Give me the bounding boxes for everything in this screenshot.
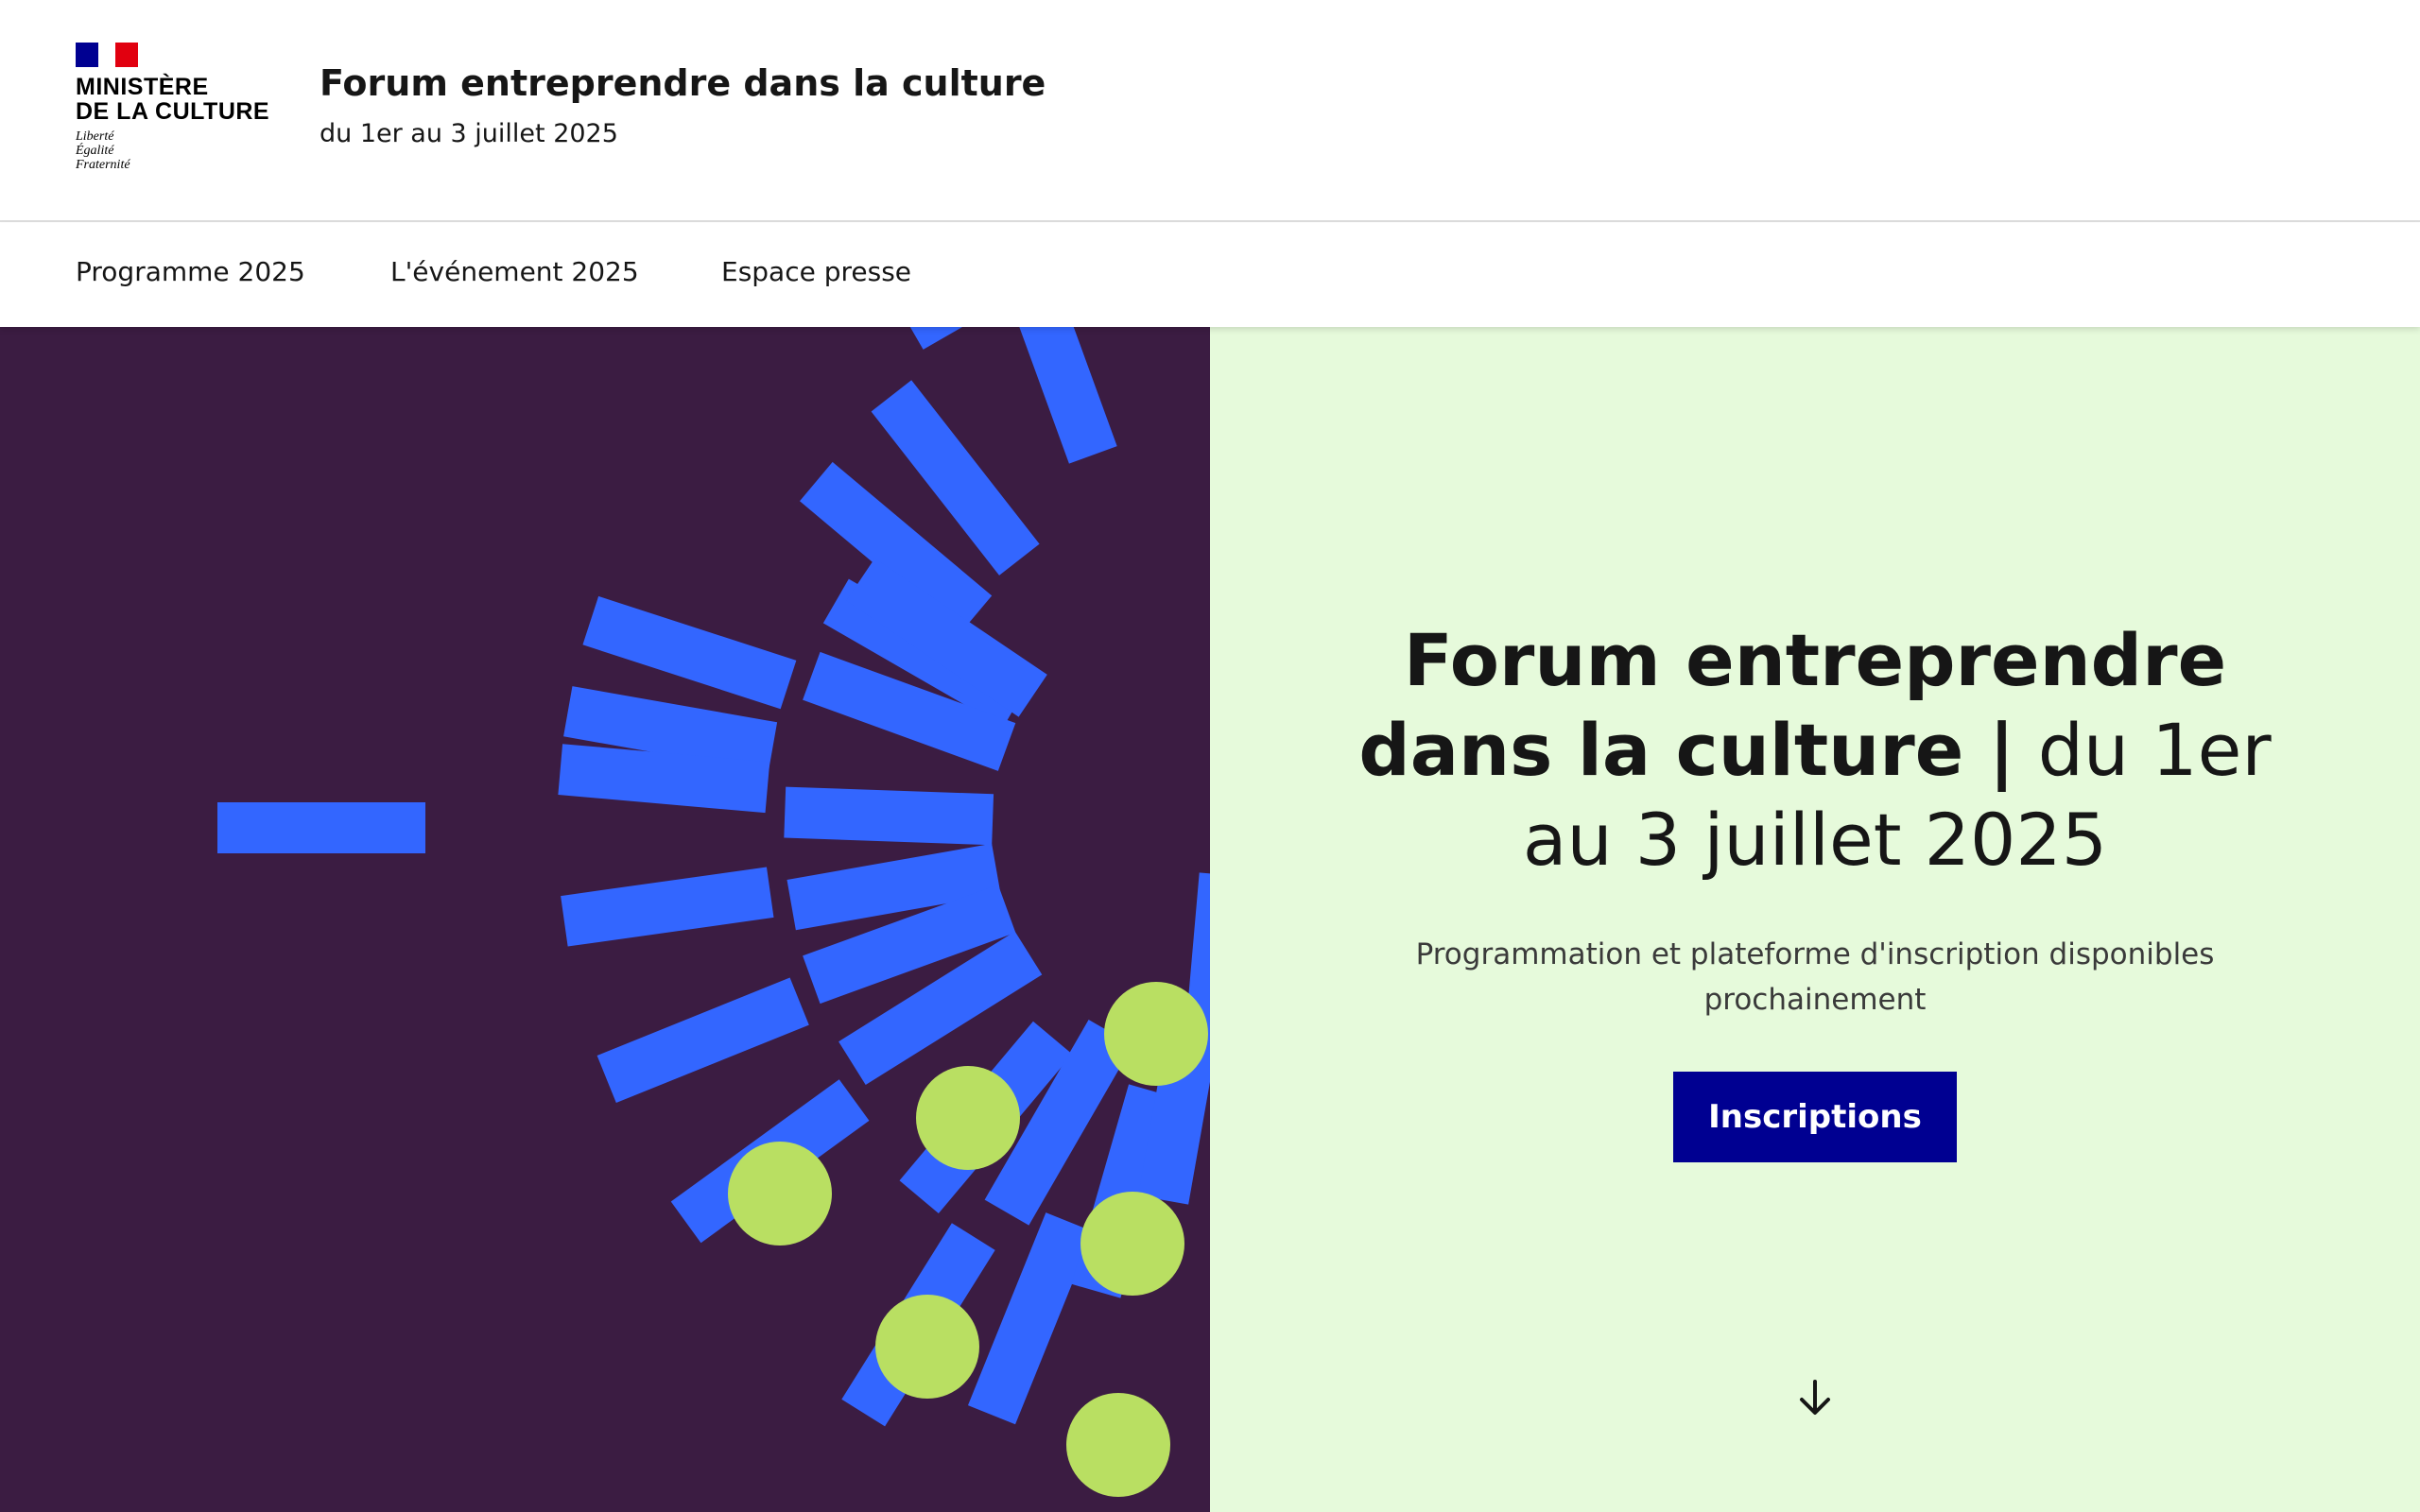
burst-ray	[561, 867, 774, 947]
inscriptions-button[interactable]: Inscriptions	[1673, 1072, 1957, 1162]
burst-illustration	[217, 327, 1210, 1497]
republic-motto: Liberté Égalité Fraternité	[76, 129, 130, 172]
hero-illustration	[0, 327, 1210, 1512]
burst-dot	[916, 1066, 1020, 1170]
hero-subtitle: Programmation et plateforme d'inscriptio…	[1415, 937, 2215, 1017]
nav-item-evenement[interactable]: L'événement 2025	[390, 223, 639, 327]
burst-ray	[582, 595, 797, 710]
burst-ray	[967, 1212, 1094, 1425]
burst-ray	[784, 786, 994, 846]
burst-ray	[1004, 327, 1117, 464]
site-title[interactable]: Forum entreprendre dans la culture	[320, 62, 1046, 104]
hero-title: Forum entreprendre dans la culture | du …	[1323, 615, 2307, 885]
ministry-name: MINISTÈRE DE LA CULTURE	[76, 74, 270, 125]
hero-content: Forum entreprendre dans la culture | du …	[1210, 327, 2420, 1512]
burst-ray	[217, 802, 425, 853]
site-header: MINISTÈRE DE LA CULTURE Liberté Égalité …	[0, 0, 2420, 222]
burst-dot	[1080, 1192, 1184, 1296]
nav-item-programme[interactable]: Programme 2025	[76, 223, 305, 327]
burst-dot	[728, 1142, 832, 1246]
marianne-flag-icon	[76, 43, 138, 67]
burst-dot	[1066, 1393, 1170, 1497]
burst-dot	[1104, 982, 1208, 1086]
site-tagline: du 1er au 3 juillet 2025	[320, 119, 618, 148]
nav-item-espace-presse[interactable]: Espace presse	[721, 223, 911, 327]
burst-ray	[828, 327, 968, 350]
burst-dot	[875, 1295, 979, 1399]
ministry-logo[interactable]: MINISTÈRE DE LA CULTURE Liberté Égalité …	[76, 43, 269, 184]
arrow-down-icon[interactable]	[1793, 1376, 1837, 1419]
main-navigation: Programme 2025 L'événement 2025 Espace p…	[0, 223, 2420, 327]
burst-ray	[596, 977, 809, 1104]
